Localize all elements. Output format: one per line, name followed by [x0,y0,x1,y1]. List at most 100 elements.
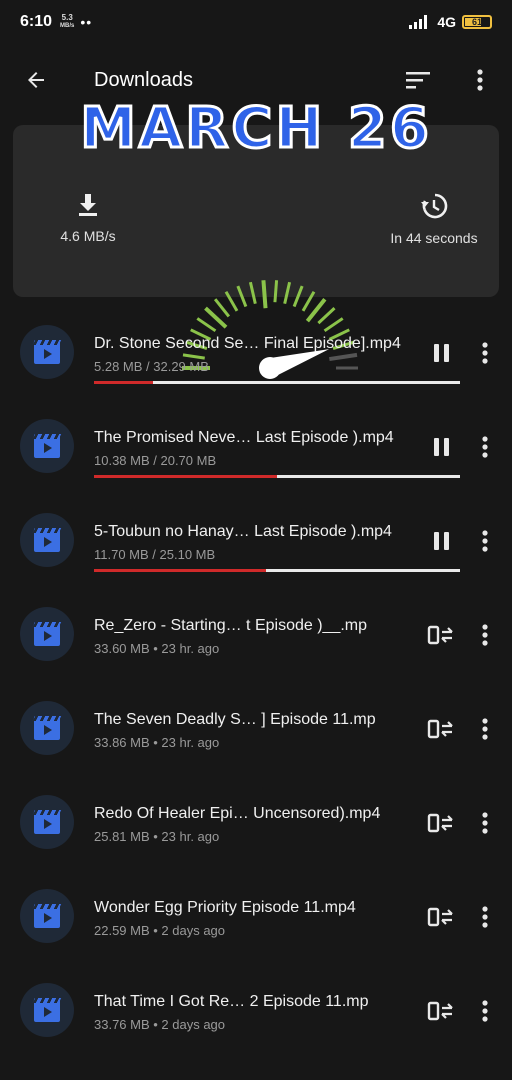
network-type: 4G [437,14,456,30]
pause-icon [433,532,449,550]
download-item[interactable]: That Time I Got Re… 2 Episode 11.mp 33.7… [0,963,512,1057]
battery-icon: 61 [462,15,492,29]
network-speed: 5.3 MB/s [60,13,75,29]
battery-level: 61 [471,17,482,27]
video-file-icon [20,701,74,755]
file-meta: 11.70 MB / 25.10 MB [94,547,216,562]
file-name: Re_Zero - Starting… t Episode )__.mp [94,617,368,634]
file-name: 5-Toubun no Hanay… Last Episode ).mp4 [94,523,392,540]
open-with-button[interactable] [424,901,458,933]
download-item[interactable]: Redo Of Healer Epi… Uncensored).mp4 25.8… [0,775,512,869]
pause-button[interactable] [424,525,458,557]
more-vertical-icon [482,812,488,834]
item-menu-button[interactable] [474,619,496,651]
more-vertical-icon [482,624,488,646]
sort-icon [406,72,430,89]
date-banner: MARCH 26 [79,95,432,163]
pause-button[interactable] [424,431,458,463]
item-menu-button[interactable] [474,337,496,369]
status-icons: 4G 61 [409,14,492,30]
open-external-icon [427,813,453,833]
progress-fill [94,569,267,572]
status-time: 6:10 [20,13,53,30]
download-item[interactable]: Dr. Stone Second Se… Final Episode].mp4 … [0,305,512,399]
open-with-button[interactable] [424,619,458,651]
more-vertical-icon [482,436,488,458]
progress-fill [94,381,153,384]
video-file-icon [20,325,74,379]
more-vertical-icon [482,530,488,552]
gauge-tick [236,285,248,308]
item-menu-button[interactable] [474,713,496,745]
download-progress-bar [94,569,460,572]
more-vertical-icon [482,342,488,364]
progress-fill [94,475,277,478]
time-remaining: In 44 seconds [369,193,499,246]
file-name: The Promised Neve… Last Episode ).mp4 [94,429,394,446]
page-title: Downloads [94,68,193,91]
download-item[interactable]: The Promised Neve… Last Episode ).mp4 10… [0,399,512,493]
video-file-icon [20,889,74,943]
open-with-button[interactable] [424,995,458,1027]
current-speed: 4.6 MB/s [43,193,133,244]
gauge-tick [261,280,268,309]
arrow-left-icon [28,72,44,88]
pause-icon [433,344,449,362]
video-file-icon [20,983,74,1037]
file-name: Wonder Egg Priority Episode 11.mp4 [94,899,356,916]
download-item[interactable]: 5-Toubun no Hanay… Last Episode ).mp4 11… [0,493,512,587]
file-meta: 33.86 MB • 23 hr. ago [94,735,220,750]
download-item[interactable]: Wonder Egg Priority Episode 11.mp4 22.59… [0,869,512,963]
gauge-tick [273,280,279,303]
item-menu-button[interactable] [474,525,496,557]
notification-dots: •• [80,14,93,30]
history-icon [421,193,448,219]
pause-icon [433,438,449,456]
gauge-tick [248,281,257,304]
video-file-icon [20,419,74,473]
gauge-tick [292,285,304,308]
open-external-icon [427,719,453,739]
file-meta: 33.76 MB • 2 days ago [94,1017,226,1032]
file-meta: 10.38 MB / 20.70 MB [94,453,217,468]
status-bar: 6:10 5.3 MB/s •• 4G 61 [0,0,512,44]
file-name: Dr. Stone Second Se… Final Episode].mp4 [94,335,401,352]
speed-value: 4.6 MB/s [60,228,116,244]
back-button[interactable] [16,60,56,100]
file-name: Redo Of Healer Epi… Uncensored).mp4 [94,805,381,822]
open-with-button[interactable] [424,807,458,839]
more-vertical-icon [482,906,488,928]
gauge-tick [283,281,292,304]
sort-button[interactable] [402,64,434,96]
pause-button[interactable] [424,337,458,369]
more-vertical-icon [482,1000,488,1022]
item-menu-button[interactable] [474,807,496,839]
open-external-icon [427,1001,453,1021]
file-name: That Time I Got Re… 2 Episode 11.mp [94,993,369,1010]
eta-value: In 44 seconds [390,230,478,246]
item-menu-button[interactable] [474,431,496,463]
open-with-button[interactable] [424,713,458,745]
download-icon [79,194,97,216]
file-meta: 22.59 MB • 2 days ago [94,923,226,938]
download-progress-bar [94,381,460,384]
signal-icon [409,15,431,29]
download-progress-bar [94,475,460,478]
download-item[interactable]: Re_Zero - Starting… t Episode )__.mp 33.… [0,587,512,681]
overflow-menu-button[interactable] [466,64,494,96]
download-list: Dr. Stone Second Se… Final Episode].mp4 … [0,305,512,1057]
item-menu-button[interactable] [474,901,496,933]
item-menu-button[interactable] [474,995,496,1027]
more-vertical-icon [482,718,488,740]
open-external-icon [427,907,453,927]
file-name: The Seven Deadly S… ] Episode 11.mp [94,711,376,728]
file-meta: 33.60 MB • 23 hr. ago [94,641,220,656]
video-file-icon [20,513,74,567]
video-file-icon [20,607,74,661]
file-meta: 5.28 MB / 32.29 MB [94,359,209,374]
open-external-icon [427,625,453,645]
download-item[interactable]: The Seven Deadly S… ] Episode 11.mp 33.8… [0,681,512,775]
file-meta: 25.81 MB • 23 hr. ago [94,829,220,844]
video-file-icon [20,795,74,849]
more-vertical-icon [477,69,483,91]
